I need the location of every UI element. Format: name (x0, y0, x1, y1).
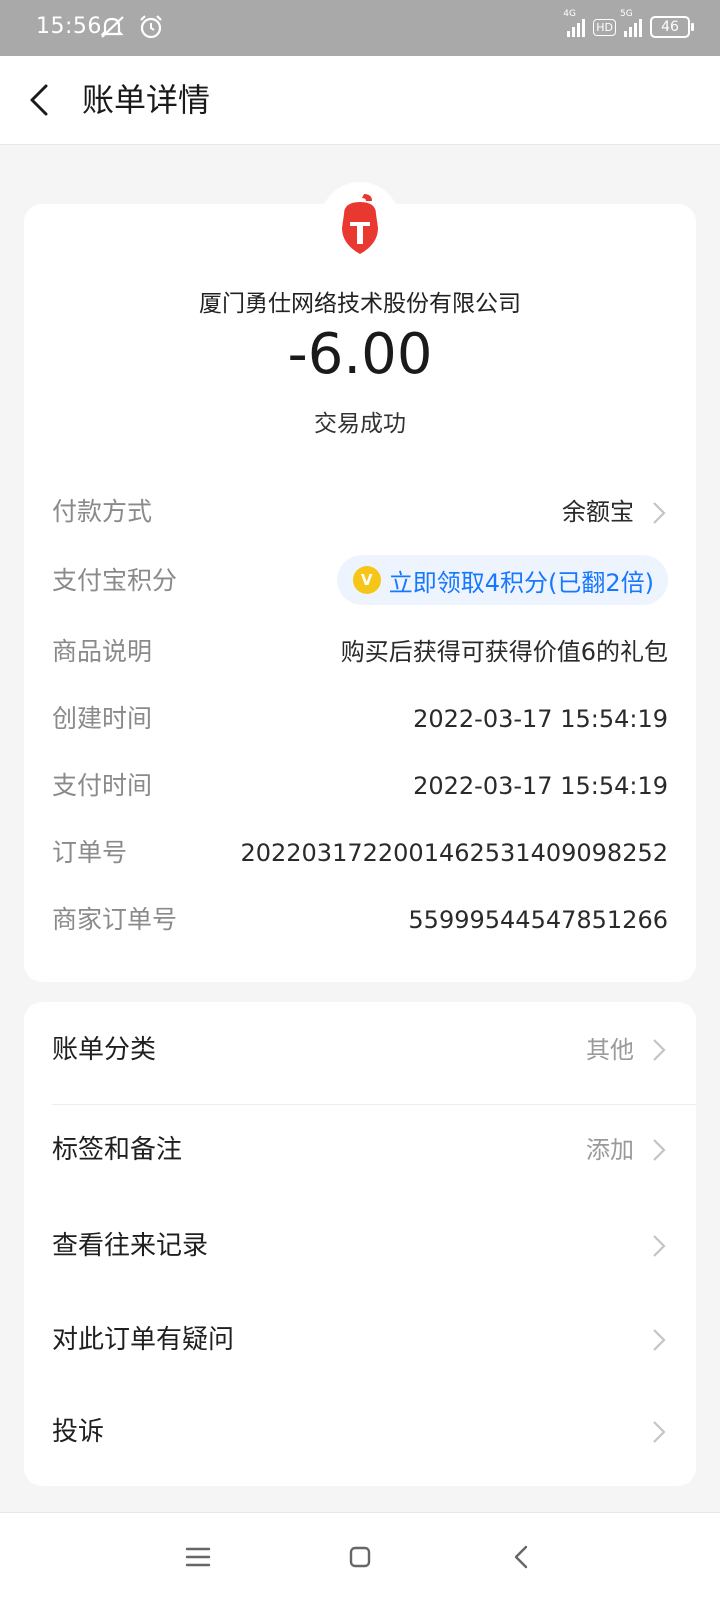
claim-points-text: 立即领取4积分(已翻2倍) (388, 568, 654, 597)
product-desc-row: 商品说明 购买后获得可获得价值6的礼包 (52, 628, 668, 676)
tags-notes-row[interactable]: 标签和备注 添加 (52, 1120, 668, 1180)
page-title: 账单详情 (82, 81, 211, 119)
transaction-status: 交易成功 (314, 411, 406, 437)
order-no-row: 订单号 2022031722001462531409098252 (52, 829, 668, 877)
chevron-right-icon (653, 1329, 666, 1351)
battery-icon: 46 (650, 16, 694, 38)
created-time-value: 2022-03-17 15:54:19 (413, 705, 668, 733)
view-history-row[interactable]: 查看往来记录 (52, 1216, 668, 1276)
order-no-value: 2022031722001462531409098252 (240, 839, 668, 867)
bill-category-row[interactable]: 账单分类 其他 (52, 1020, 668, 1080)
hd-badge: HD (593, 18, 616, 36)
network-type-label: 5G (620, 9, 633, 19)
points-label: 支付宝积分 (52, 566, 178, 595)
menu-icon[interactable] (178, 1537, 218, 1577)
mute-icon (100, 16, 124, 38)
status-time: 15:56 (36, 14, 102, 39)
complaint-row[interactable]: 投诉 (52, 1402, 668, 1462)
transaction-amount: -6.00 (287, 322, 433, 387)
transaction-card: 厦门勇仕网络技术股份有限公司 -6.00 交易成功 付款方式 余额宝 支付宝积分… (24, 182, 696, 982)
tags-notes-value: 添加 (586, 1136, 634, 1164)
chevron-left-icon[interactable] (24, 78, 56, 122)
order-no-label: 订单号 (52, 838, 128, 867)
payment-method-row[interactable]: 付款方式 余额宝 (52, 488, 668, 536)
chevron-right-icon (653, 502, 666, 524)
order-question-label: 对此订单有疑问 (52, 1325, 235, 1355)
payment-method-value: 余额宝 (562, 498, 634, 526)
chevron-right-icon (653, 1235, 666, 1257)
chevron-right-icon (653, 1139, 666, 1161)
product-desc-label: 商品说明 (52, 637, 153, 666)
merchant-order-no-row: 商家订单号 55999544547851266 (52, 896, 668, 944)
status-bar: 15:56 4G HD 5G 46 (0, 0, 720, 56)
points-coin-icon: V (352, 566, 381, 594)
paid-time-row: 支付时间 2022-03-17 15:54:19 (52, 762, 668, 810)
created-time-row: 创建时间 2022-03-17 15:54:19 (52, 695, 668, 743)
paid-time-label: 支付时间 (52, 771, 153, 800)
back-icon[interactable] (502, 1537, 542, 1577)
payment-method-label: 付款方式 (52, 497, 153, 526)
signal-icon: 4G (563, 9, 586, 37)
created-time-label: 创建时间 (52, 704, 153, 733)
network-type-label: 4G (563, 9, 576, 19)
product-desc-value: 购买后获得可获得价值6的礼包 (340, 638, 668, 666)
merchant-order-no-label: 商家订单号 (52, 905, 178, 934)
alipay-points-row: 支付宝积分 V 立即领取4积分(已翻2倍) (52, 555, 668, 605)
chevron-right-icon (653, 1421, 666, 1443)
actions-card: 账单分类 其他 标签和备注 添加 查看往来记录 对此订单有疑问 投诉 (24, 1002, 696, 1486)
divider (52, 1104, 696, 1105)
system-nav-bar (0, 1512, 720, 1601)
status-indicators: 4G HD 5G 46 (563, 9, 694, 40)
merchant-name: 厦门勇仕网络技术股份有限公司 (199, 291, 521, 317)
paid-time-value: 2022-03-17 15:54:19 (413, 772, 668, 800)
home-icon[interactable] (340, 1537, 380, 1577)
view-history-label: 查看往来记录 (52, 1231, 209, 1261)
app-header: 账单详情 (0, 56, 720, 145)
claim-points-button[interactable]: V 立即领取4积分(已翻2倍) (336, 555, 668, 605)
merchant-logo-icon (342, 194, 378, 254)
signal-icon: 5G (620, 9, 642, 37)
chevron-right-icon (653, 1039, 666, 1061)
tags-notes-label: 标签和备注 (52, 1135, 183, 1165)
merchant-order-no-value: 55999544547851266 (408, 906, 668, 934)
bill-category-value: 其他 (586, 1036, 634, 1064)
order-question-row[interactable]: 对此订单有疑问 (52, 1310, 668, 1370)
alarm-icon (140, 15, 162, 39)
complaint-label: 投诉 (52, 1417, 105, 1447)
bill-category-label: 账单分类 (52, 1035, 157, 1065)
